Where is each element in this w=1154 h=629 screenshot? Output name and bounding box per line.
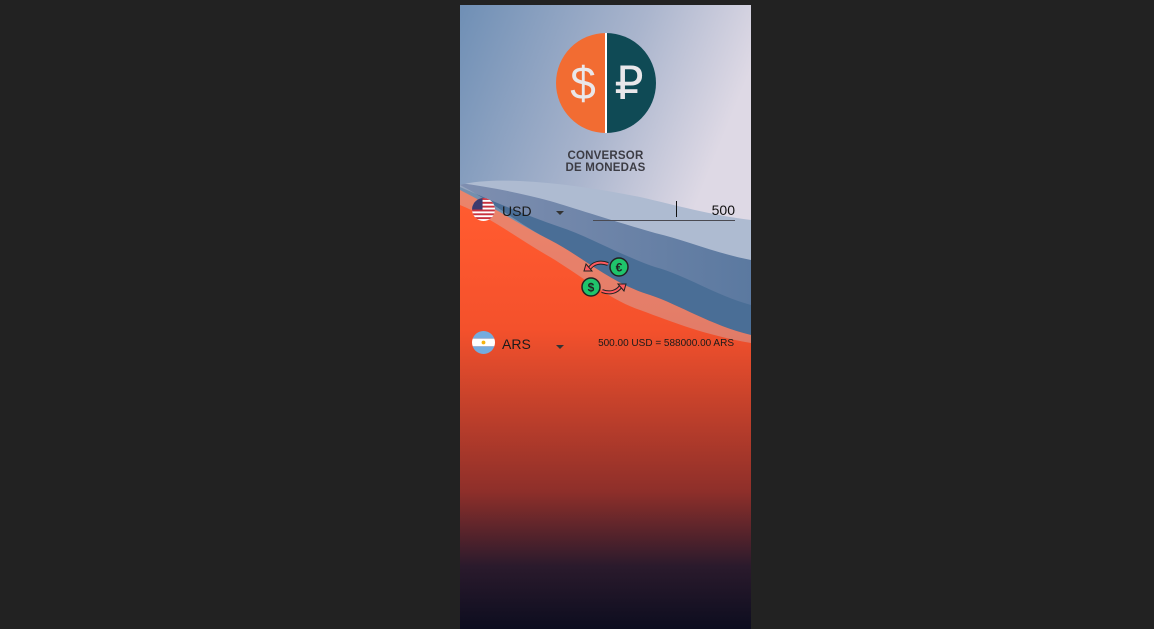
euro-symbol: € — [616, 261, 623, 275]
app-title: CONVERSOR DE MONEDAS — [460, 150, 751, 174]
app-title-line2: DE MONEDAS — [565, 162, 646, 174]
conversion-result: 500.00 USD = 588000.00 ARS — [598, 338, 734, 349]
app-logo-icon: $ ₽ — [556, 33, 656, 133]
amount-input[interactable] — [593, 200, 735, 221]
text-cursor — [676, 201, 677, 217]
currency-exchange-icon[interactable]: € $ — [580, 255, 632, 299]
from-currency-code: USD — [502, 203, 532, 219]
chevron-down-icon[interactable] — [556, 211, 564, 215]
dollar-symbol: $ — [588, 281, 595, 295]
logo-right-symbol: ₽ — [614, 57, 643, 109]
logo-left-symbol: $ — [570, 57, 596, 109]
app-screen: $ ₽ CONVERSOR DE MONEDAS USD € $ — [460, 5, 751, 629]
us-flag-icon — [472, 198, 495, 221]
app-title-line1: CONVERSOR — [567, 150, 644, 162]
